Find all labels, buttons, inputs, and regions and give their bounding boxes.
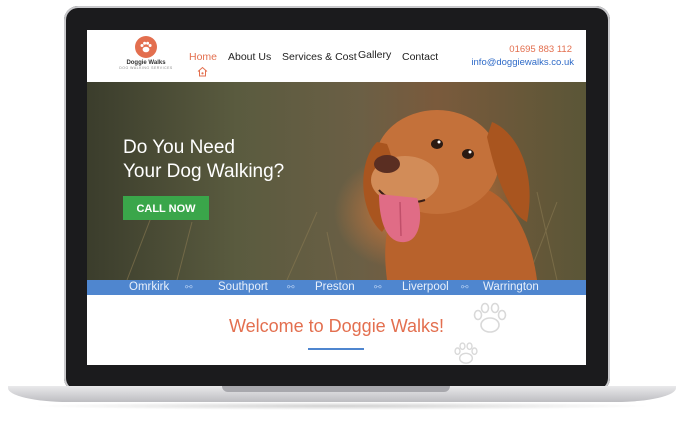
- nav-services-cost[interactable]: Services & Cost: [282, 51, 357, 63]
- heading-underline: [308, 348, 364, 350]
- welcome-heading: Welcome to Doggie Walks!: [228, 316, 445, 336]
- nav-gallery[interactable]: Gallery: [358, 49, 391, 61]
- paw-logo-icon: [135, 36, 157, 58]
- hero-banner: Do You Need Your Dog Walking? CALL NOW: [87, 82, 586, 280]
- location-item: Omrkirk: [129, 281, 170, 293]
- bone-icon: ⚯: [374, 282, 382, 292]
- site-header: Doggie Walks DOG WALKING SERVICES Home A…: [87, 30, 586, 82]
- website-screen: Doggie Walks DOG WALKING SERVICES Home A…: [87, 30, 586, 365]
- locations-strip: Omrkirk ⚯ Southport ⚯ Preston ⚯ Liverpoo…: [87, 280, 586, 295]
- header-email[interactable]: info@doggiewalks.co.uk: [471, 57, 574, 68]
- paw-print-icon: [454, 342, 478, 364]
- laptop-shadow: [30, 402, 654, 410]
- laptop-notch: [222, 386, 450, 392]
- bone-icon: ⚯: [461, 282, 469, 292]
- bone-icon: ⚯: [287, 282, 295, 292]
- location-item: Warrington: [483, 281, 539, 293]
- site-logo[interactable]: Doggie Walks DOG WALKING SERVICES: [111, 36, 181, 78]
- logo-tagline: DOG WALKING SERVICES: [119, 66, 173, 70]
- bone-icon: ⚯: [185, 282, 193, 292]
- location-item: Liverpool: [402, 281, 449, 293]
- nav-about-us[interactable]: About Us: [228, 51, 271, 63]
- location-item: Preston: [315, 281, 355, 293]
- location-item: Southport: [218, 281, 268, 293]
- hero-heading-line2: Your Dog Walking?: [123, 161, 285, 182]
- home-icon: [197, 64, 208, 82]
- hero-heading-line1: Do You Need: [123, 137, 235, 158]
- nav-home[interactable]: Home: [189, 51, 217, 63]
- nav-contact[interactable]: Contact: [402, 51, 438, 63]
- header-phone[interactable]: 01695 883 112: [509, 44, 572, 55]
- hero-heading: Do You Need Your Dog Walking?: [123, 136, 343, 184]
- paw-print-icon: [473, 302, 507, 333]
- call-now-button[interactable]: CALL NOW: [123, 196, 209, 220]
